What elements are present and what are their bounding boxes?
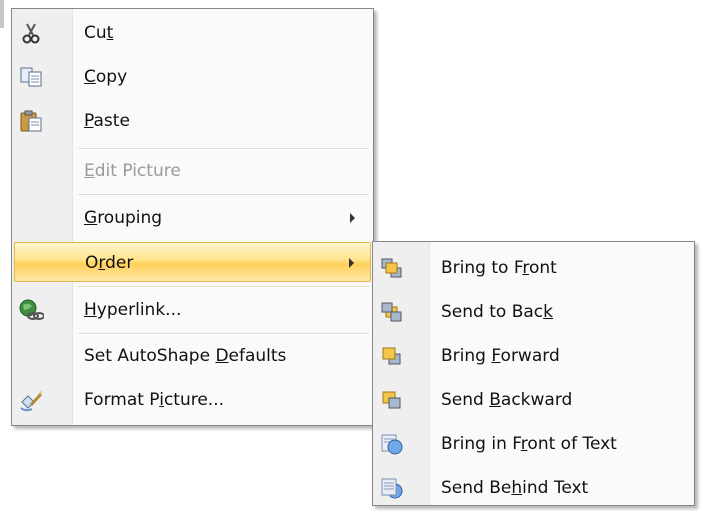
menu-item-set-autoshape-defaults[interactable]: Set AutoShape Defaults: [14, 336, 371, 376]
submenu-item-send-to-back[interactable]: Send to Back: [375, 292, 692, 332]
menu-item-label: Paste: [84, 111, 130, 131]
submenu-item-label: Bring to Front: [441, 258, 557, 278]
submenu-item-label: Bring in Front of Text: [441, 434, 617, 454]
send-backward-icon: [379, 388, 405, 412]
menu-item-label: Order: [85, 253, 134, 273]
menu-item-hyperlink[interactable]: Hyperlink...: [14, 290, 371, 330]
submenu-item-bring-to-front[interactable]: Bring to Front: [375, 248, 692, 288]
send-to-back-icon: [379, 300, 405, 324]
menu-separator: [78, 333, 369, 335]
menu-separator: [78, 148, 369, 150]
submenu-item-send-behind-text[interactable]: Send Behind Text: [375, 468, 692, 508]
paste-icon: [18, 109, 44, 133]
globe-link-icon: [18, 298, 45, 322]
context-menu: Cut Copy Paste Edit Picture Grouping Ord…: [11, 8, 374, 426]
background-window-edge: [0, 0, 4, 28]
bring-in-front-of-text-icon: [379, 432, 405, 456]
menu-item-label: Grouping: [84, 208, 163, 228]
menu-item-copy[interactable]: Copy: [14, 57, 371, 97]
menu-item-format-picture[interactable]: Format Picture...: [14, 380, 371, 420]
menu-separator: [78, 194, 369, 196]
menu-item-edit-picture: Edit Picture: [14, 151, 371, 191]
submenu-item-bring-in-front-of-text[interactable]: Bring in Front of Text: [375, 424, 692, 464]
submenu-arrow-icon: [349, 258, 354, 268]
menu-item-paste[interactable]: Paste: [14, 101, 371, 141]
submenu-item-label: Bring Forward: [441, 346, 560, 366]
menu-separator: [78, 286, 369, 288]
copy-icon: [18, 65, 44, 89]
order-submenu: Bring to Front Send to Back Bring Forwar…: [372, 241, 695, 506]
scissors-icon: [18, 21, 44, 45]
submenu-item-send-backward[interactable]: Send Backward: [375, 380, 692, 420]
menu-item-label: Set AutoShape Defaults: [84, 346, 287, 366]
menu-item-label: Cut: [84, 23, 114, 43]
menu-item-label: Copy: [84, 67, 128, 87]
bring-to-front-icon: [379, 256, 405, 280]
send-behind-text-icon: [379, 476, 405, 500]
menu-item-grouping[interactable]: Grouping: [14, 198, 371, 238]
format-picture-icon: [18, 388, 44, 412]
submenu-item-label: Send Backward: [441, 390, 573, 410]
submenu-item-label: Send Behind Text: [441, 478, 589, 498]
menu-item-label: Edit Picture: [84, 161, 181, 181]
menu-item-order[interactable]: Order: [14, 242, 371, 282]
submenu-item-bring-forward[interactable]: Bring Forward: [375, 336, 692, 376]
menu-item-cut[interactable]: Cut: [14, 13, 371, 53]
submenu-item-label: Send to Back: [441, 302, 553, 322]
menu-item-label: Format Picture...: [84, 390, 225, 410]
menu-item-label: Hyperlink...: [84, 300, 182, 320]
submenu-arrow-icon: [350, 213, 355, 223]
bring-forward-icon: [379, 344, 405, 368]
